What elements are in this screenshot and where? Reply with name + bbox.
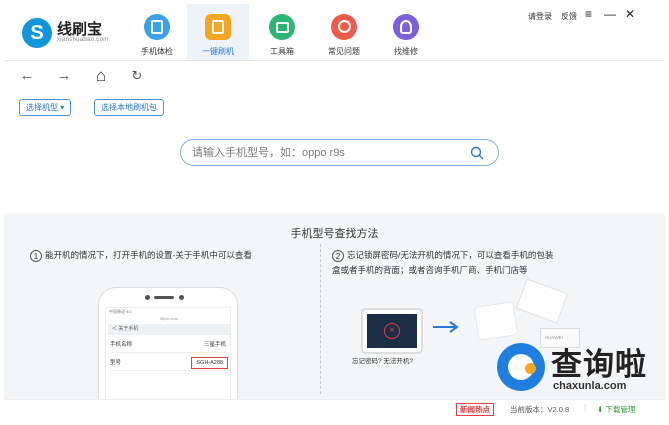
step-number: 1: [30, 249, 42, 262]
phone-screen: 中国移动 4G 58pic.com ＜ 关于手机 手机名称 三星手机 型号 SG…: [105, 307, 231, 400]
phone-back-header: ＜ 关于手机: [108, 324, 230, 335]
step-2-text-line2: 盒或者手机的背面；或者咨询手机厂商、手机门店等: [332, 265, 528, 275]
minimize-icon[interactable]: —: [604, 7, 616, 21]
phone-back-illustration: [473, 301, 519, 341]
nav-item-phone-check[interactable]: 手机体检: [126, 4, 188, 60]
nav-item-label: 一键刷机: [202, 47, 234, 56]
app-url: xianshuabao.com: [57, 37, 109, 43]
guide-step-1: 1 能开机的情况下，打开手机的设置-关于手机中可以查看: [30, 248, 315, 263]
phone-speaker: [154, 296, 174, 299]
search-icon[interactable]: [470, 146, 484, 160]
model-select-label: 选择机型: [26, 103, 58, 112]
step-2-text-line1: 忘记锁屏密码/无法开机的情况下，可以查看手机的包装: [347, 250, 554, 260]
nav-item-repair[interactable]: 找维修: [375, 4, 437, 60]
status-separator: |: [584, 403, 587, 412]
phone-row-label: 手机名称: [110, 342, 133, 348]
home-icon[interactable]: ⌂: [92, 67, 110, 85]
phone-url: 58pic.com: [159, 316, 179, 321]
forgot-password-caption: 忘记密码? 无法开机?: [352, 358, 414, 365]
forward-arrow-icon[interactable]: →: [55, 67, 73, 85]
watermark-circle-icon: [497, 343, 545, 391]
nav-item-toolbox[interactable]: 工具箱: [251, 4, 313, 60]
phone-sensor: [179, 295, 184, 300]
one-key-flash-icon: [205, 14, 231, 40]
nav-item-label: 常见问题: [328, 47, 360, 56]
locked-phone-screen: ×: [367, 314, 417, 348]
phone-camera: [145, 295, 150, 300]
toolbox-icon: [269, 14, 295, 40]
repair-icon: [393, 14, 419, 40]
app-name: 线刷宝: [57, 21, 103, 38]
nav-item-label: 手机体检: [141, 47, 173, 56]
version-label: 当前版本：V2.0.8: [510, 405, 570, 414]
menu-icon[interactable]: ≡: [585, 7, 592, 21]
guide-title: 手机型号查找方法: [290, 228, 379, 240]
watermark-url: chaxunla.com: [553, 380, 627, 392]
nav-item-label: 找维修: [394, 47, 418, 56]
refresh-icon[interactable]: ↻: [128, 67, 146, 85]
search-input[interactable]: [192, 140, 452, 165]
watermark-text: 查询啦: [551, 347, 647, 383]
phone-row-model: 型号 SGH-A288: [110, 355, 228, 371]
guide-divider: [320, 244, 321, 394]
faq-icon: [331, 14, 357, 40]
login-link[interactable]: 请登录: [528, 11, 552, 22]
arrow-right-icon: [433, 321, 459, 333]
step-number: 2: [332, 249, 344, 262]
phone-check-icon: [144, 14, 170, 40]
model-select-dropdown[interactable]: 选择机型 ▾: [19, 99, 72, 116]
error-x-icon: ×: [384, 323, 400, 339]
nav-item-label: 工具箱: [270, 47, 294, 56]
local-package-button[interactable]: 选择本地刷机包: [94, 99, 164, 116]
phone-settings-illustration: 中国移动 4G 58pic.com ＜ 关于手机 手机名称 三星手机 型号 SG…: [98, 287, 238, 400]
news-badge[interactable]: 新闻热点: [456, 403, 494, 416]
feedback-link[interactable]: 反馈: [561, 11, 577, 22]
guide-step-2: 2 忘记锁屏密码/无法开机的情况下，可以查看手机的包装 盒或者手机的背面；或者咨询…: [332, 248, 617, 278]
nav-item-one-key-flash[interactable]: 一键刷机: [187, 4, 249, 60]
back-arrow-icon[interactable]: ←: [18, 67, 36, 85]
phone-status-bar: 中国移动 4G: [109, 309, 132, 314]
nav-divider: [4, 60, 664, 61]
nav-item-faq[interactable]: 常见问题: [313, 4, 375, 60]
app-window: S 线刷宝 xianshuabao.com 手机体检 一键刷机 工具箱 常见问题…: [0, 0, 669, 425]
watermark-logo: 查询啦 chaxunla.com: [497, 341, 662, 401]
locked-phone-illustration: ×: [361, 308, 423, 354]
close-icon[interactable]: ✕: [625, 7, 635, 21]
phone-row-name: 手机名称 三星手机: [110, 337, 228, 353]
download-manager-button[interactable]: ⬇ 下载管理: [597, 404, 635, 415]
chevron-down-icon: ▾: [60, 103, 65, 112]
app-logo-icon: S: [22, 18, 52, 48]
phone-row-label: 型号: [110, 360, 122, 366]
step-1-text: 能开机的情况下，打开手机的设置-关于手机中可以查看: [45, 250, 252, 260]
phone-row-value: 三星手机: [203, 342, 226, 348]
phone-model-highlight: SGH-A288: [191, 357, 228, 369]
search-box: [180, 139, 499, 166]
